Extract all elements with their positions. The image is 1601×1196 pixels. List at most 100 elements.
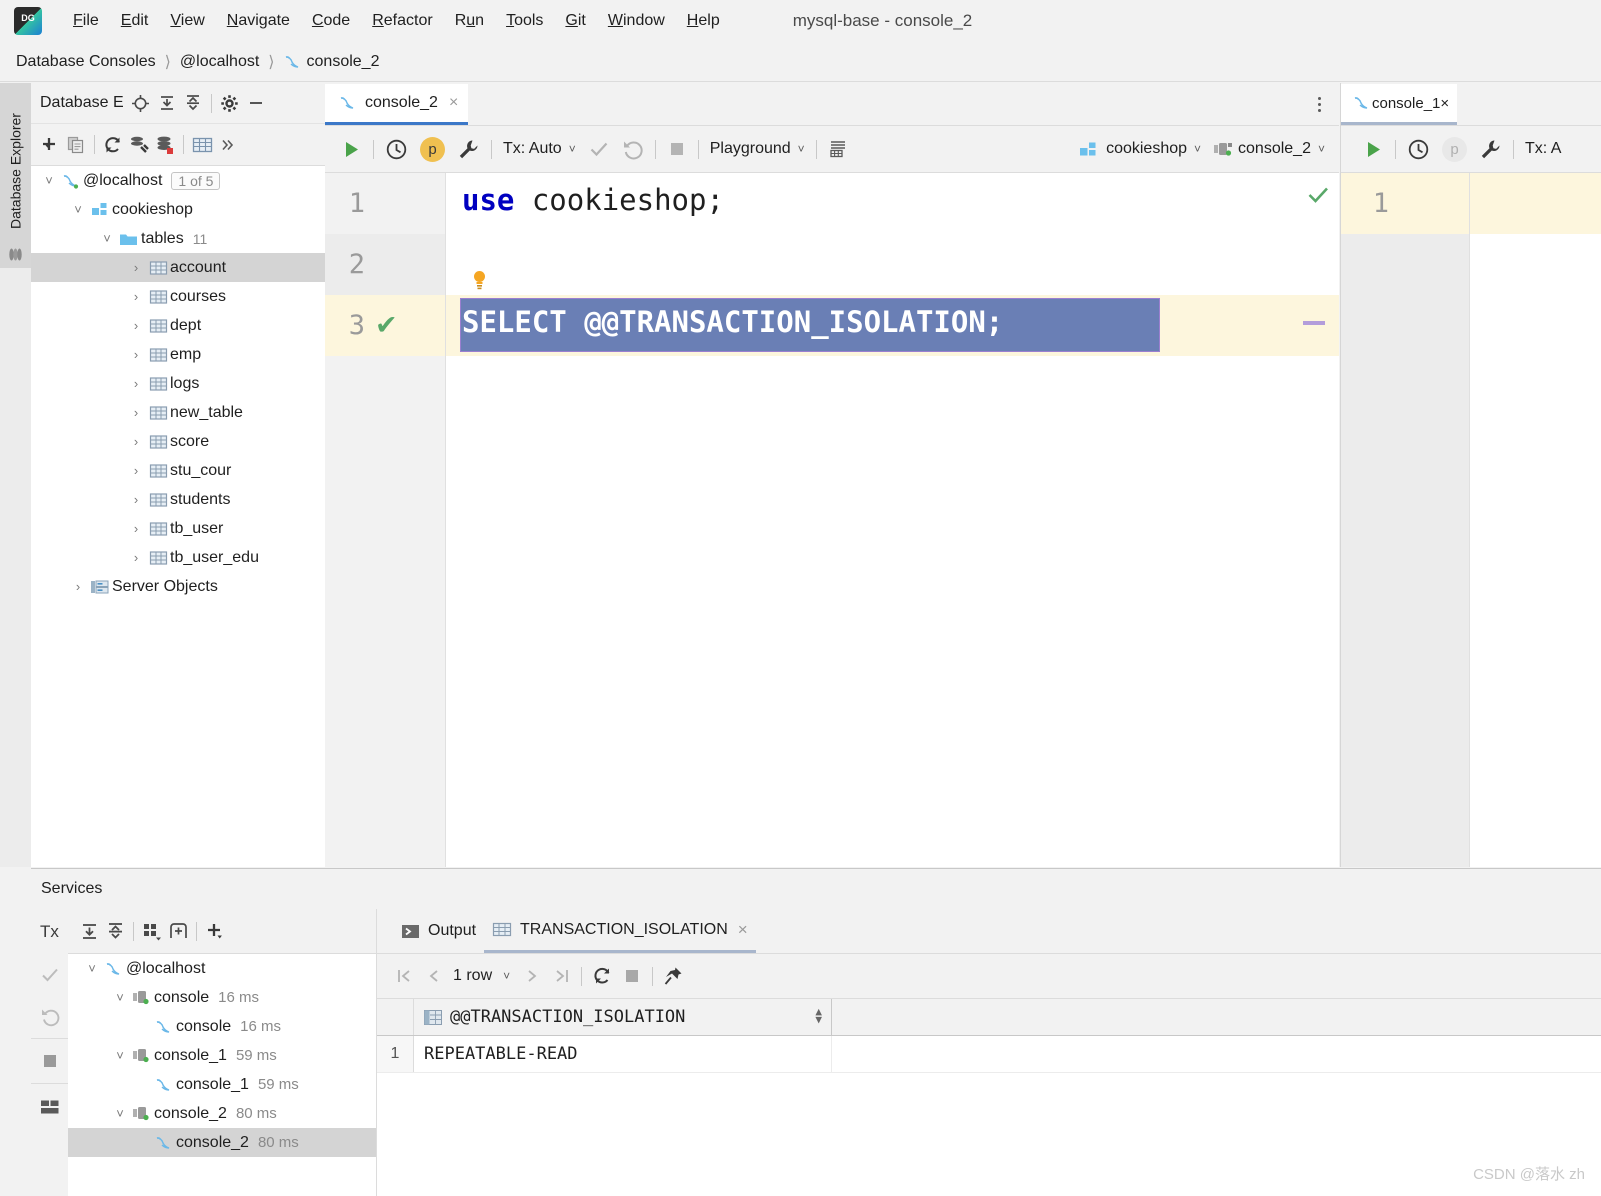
table-editor-icon[interactable] xyxy=(189,132,215,158)
expand-all-icon[interactable] xyxy=(76,918,102,944)
chevron-down-icon[interactable]: ˅ xyxy=(503,969,510,983)
chevron-right-icon[interactable]: › xyxy=(126,492,146,507)
data-source-properties-icon[interactable] xyxy=(152,132,178,158)
chevron-down-icon[interactable]: ˅ xyxy=(82,961,102,976)
menu-window[interactable]: Window xyxy=(597,9,676,33)
reload-icon[interactable] xyxy=(587,961,617,991)
tab-output[interactable]: Output xyxy=(393,909,484,953)
close-icon[interactable]: × xyxy=(738,920,748,940)
chevron-down-icon[interactable]: ˅ xyxy=(110,1048,130,1063)
profile-button[interactable]: p xyxy=(1436,134,1473,164)
close-icon[interactable]: × xyxy=(449,95,458,111)
menu-navigate[interactable]: Navigate xyxy=(216,9,301,33)
chevron-right-icon[interactable]: › xyxy=(126,318,146,333)
menu-git[interactable]: Git xyxy=(554,9,596,33)
tree-item-stu_cour[interactable]: › stu_cour xyxy=(31,456,325,485)
row-count-label[interactable]: 1 row xyxy=(453,967,492,985)
database-tree[interactable]: ˅ @localhost 1 of 5 ˅ cookieshop ˅ table… xyxy=(31,166,325,867)
commit-button[interactable] xyxy=(582,134,616,164)
close-icon[interactable]: × xyxy=(1440,95,1449,112)
session-selector[interactable]: console_2 ˅ xyxy=(1207,134,1331,164)
tree-item-tb_user[interactable]: › tb_user xyxy=(31,514,325,543)
tree-item-tables[interactable]: ˅ tables 11 xyxy=(31,224,325,253)
service-item-console-child[interactable]: console 16 ms xyxy=(68,1012,376,1041)
prev-page-icon[interactable] xyxy=(419,961,449,991)
sql-dialect-button[interactable] xyxy=(822,134,854,164)
locate-icon[interactable] xyxy=(128,90,154,116)
breadcrumb-item-root[interactable]: Database Consoles xyxy=(16,53,156,71)
tx-icon[interactable]: Tx xyxy=(31,909,68,954)
breadcrumb-item-host[interactable]: @localhost xyxy=(180,53,259,71)
result-grid[interactable]: @@TRANSACTION_ISOLATION ▲ ▼ 1 REPEATABLE-… xyxy=(377,999,1601,1196)
gear-icon[interactable] xyxy=(217,90,243,116)
tree-item-dept[interactable]: › dept xyxy=(31,311,325,340)
add-icon[interactable] xyxy=(37,132,63,158)
intention-bulb-icon[interactable] xyxy=(473,270,486,290)
execution-history-button[interactable] xyxy=(1401,134,1436,164)
service-item-console-1[interactable]: ˅ console_1 59 ms xyxy=(68,1041,376,1070)
schema-selector[interactable]: Playground ˅ xyxy=(704,134,811,164)
service-item-console-2-child[interactable]: console_2 80 ms xyxy=(68,1128,376,1157)
run-sql-script-icon[interactable] xyxy=(126,132,152,158)
tree-item-courses[interactable]: › courses xyxy=(31,282,325,311)
chevron-right-icon[interactable]: › xyxy=(68,579,88,594)
menu-tools[interactable]: Tools xyxy=(495,9,554,33)
minimize-icon[interactable] xyxy=(243,90,269,116)
tool-window-tab-database-explorer[interactable]: Database Explorer xyxy=(0,83,31,268)
chevron-right-icon[interactable]: › xyxy=(126,521,146,536)
chevron-right-icon[interactable]: › xyxy=(126,260,146,275)
tab-transaction-isolation[interactable]: TRANSACTION_ISOLATION × xyxy=(484,909,756,953)
chevron-right-icon[interactable]: › xyxy=(126,463,146,478)
next-page-icon[interactable] xyxy=(516,961,546,991)
add-icon[interactable] xyxy=(202,918,228,944)
tree-item-students[interactable]: › students xyxy=(31,485,325,514)
tree-item-tb_user_edu[interactable]: › tb_user_edu xyxy=(31,543,325,572)
editor2-code[interactable] xyxy=(1470,173,1601,867)
chevron-right-icon[interactable]: › xyxy=(126,405,146,420)
chevron-right-icon[interactable]: › xyxy=(126,347,146,362)
rollback-icon[interactable] xyxy=(31,996,68,1038)
editor2-gutter[interactable]: 1 xyxy=(1341,173,1470,867)
run-button[interactable] xyxy=(335,134,368,164)
service-item-localhost[interactable]: ˅ @localhost xyxy=(68,954,376,983)
tree-item-new_table[interactable]: › new_table xyxy=(31,398,325,427)
collapse-all-icon[interactable] xyxy=(102,918,128,944)
tree-item-emp[interactable]: › emp xyxy=(31,340,325,369)
tree-item-cookieshop[interactable]: ˅ cookieshop xyxy=(31,195,325,224)
editor-tab-options-icon[interactable] xyxy=(1309,93,1329,115)
chevron-right-icon[interactable]: › xyxy=(126,376,146,391)
commit-icon[interactable] xyxy=(31,954,68,996)
chevron-right-icon[interactable]: › xyxy=(126,434,146,449)
refresh-icon[interactable] xyxy=(100,132,126,158)
stop-icon[interactable] xyxy=(31,1038,68,1083)
menu-file[interactable]: File xyxy=(62,9,110,33)
service-item-console[interactable]: ˅ console 16 ms xyxy=(68,983,376,1012)
expand-all-icon[interactable] xyxy=(154,90,180,116)
chevron-right-icon[interactable]: › xyxy=(126,289,146,304)
tree-item-logs[interactable]: › logs xyxy=(31,369,325,398)
sql-editor[interactable]: 1 2 3 ✔ use cookieshop; SELECT @@TRANSAC… xyxy=(325,173,1339,867)
chevron-down-icon[interactable]: ˅ xyxy=(68,202,88,217)
table-row[interactable]: 1 REPEATABLE-READ xyxy=(377,1036,1601,1073)
pin-icon[interactable] xyxy=(658,961,688,991)
menu-edit[interactable]: Edit xyxy=(110,9,160,33)
execution-history-button[interactable] xyxy=(379,134,414,164)
tree-item-score[interactable]: › score xyxy=(31,427,325,456)
menu-help[interactable]: Help xyxy=(676,9,731,33)
tree-item-account[interactable]: › account xyxy=(31,253,325,282)
service-item-console-1-child[interactable]: console_1 59 ms xyxy=(68,1070,376,1099)
wrench-button[interactable] xyxy=(1473,134,1508,164)
breadcrumb-item-console[interactable]: console_2 xyxy=(307,53,380,71)
tab-console-1[interactable]: console_1 × xyxy=(1341,84,1458,125)
tx-mode-selector[interactable]: Tx: Auto ˅ xyxy=(497,134,582,164)
database-selector[interactable]: cookieshop ˅ xyxy=(1073,134,1207,164)
chevron-down-icon[interactable]: ˅ xyxy=(110,1106,130,1121)
copy-icon[interactable] xyxy=(63,132,89,158)
menu-view[interactable]: View xyxy=(159,9,215,33)
tx-mode-selector[interactable]: Tx: A xyxy=(1519,134,1567,164)
editor-gutter[interactable]: 1 2 3 ✔ xyxy=(325,173,446,867)
menu-refactor[interactable]: Refactor xyxy=(361,9,443,33)
grid-cell[interactable]: REPEATABLE-READ xyxy=(414,1036,832,1072)
layout-icon[interactable] xyxy=(31,1083,68,1130)
chevron-down-icon[interactable]: ˅ xyxy=(110,990,130,1005)
